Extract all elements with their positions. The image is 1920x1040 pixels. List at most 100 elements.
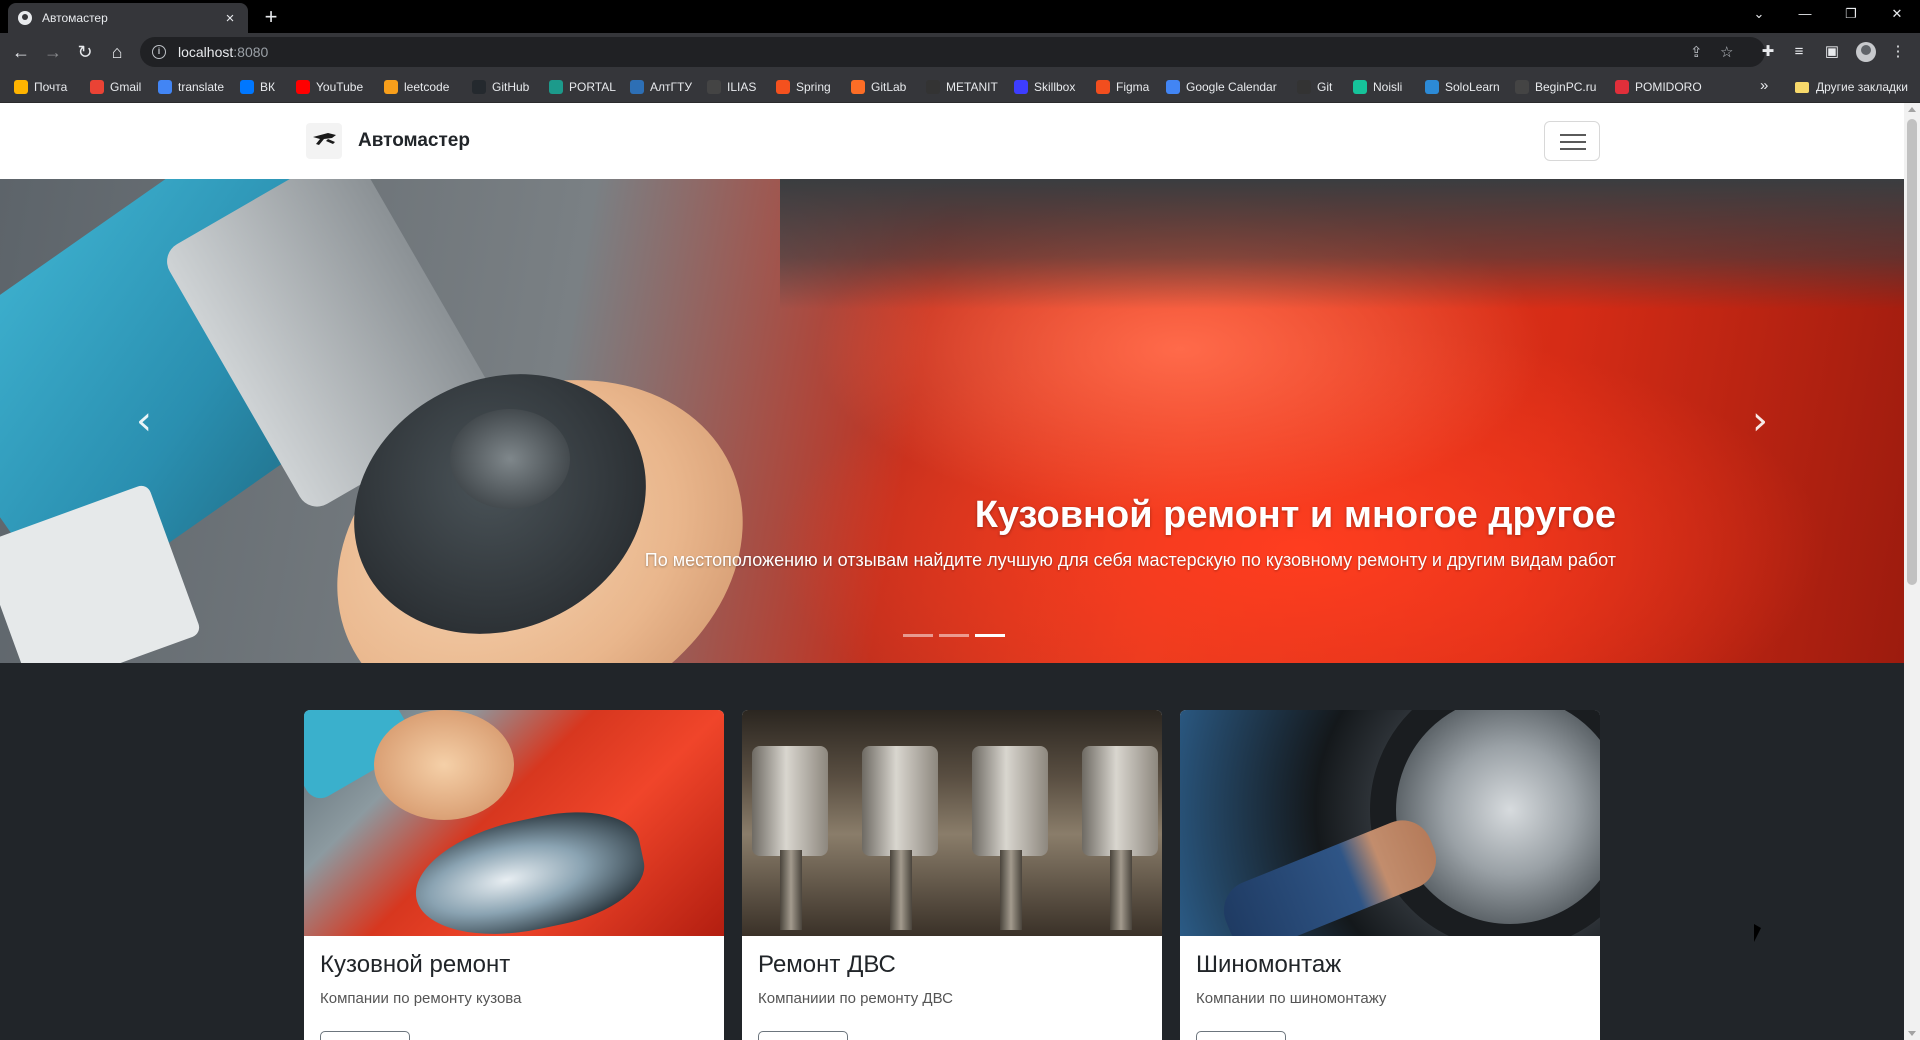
address-bar[interactable]: i localhost :8080 (140, 37, 1765, 67)
tab-search-button[interactable]: ⌄ (1736, 0, 1782, 30)
bookmark-gitlab[interactable]: GitLab (851, 79, 906, 95)
new-tab-button[interactable]: + (258, 4, 284, 30)
bookmark-sololearn[interactable]: SoloLearn (1425, 79, 1500, 95)
bookmark-label: POMIDORO (1635, 80, 1702, 94)
other-bookmarks-label: Другие закладки (1816, 80, 1908, 94)
hamburger-icon (1560, 134, 1586, 136)
bookmark-gmail[interactable]: Gmail (90, 79, 141, 95)
brand-link[interactable]: Автомастер (306, 123, 470, 159)
bookmark-leetcode[interactable]: leetcode (384, 79, 449, 95)
bookmark-translate[interactable]: translate (158, 79, 224, 95)
bookmark-label: ILIAS (727, 80, 757, 94)
bookmark-label: PORTAL (569, 80, 616, 94)
mouse-cursor-icon (1754, 924, 1761, 942)
bookmark-skillbox[interactable]: Skillbox (1014, 79, 1075, 95)
hero-carousel: ‹ › Кузовной ремонт и многое другое По м… (0, 179, 1904, 663)
carousel-image (780, 179, 1904, 309)
scroll-down-icon[interactable] (1908, 1031, 1916, 1036)
tab-automaster[interactable]: Автомастер × (8, 3, 248, 33)
carousel-next-button[interactable]: › (1740, 397, 1780, 445)
beginpc-icon (1515, 80, 1529, 94)
services-cards: Кузовной ремонт Компании по ремонту кузо… (304, 710, 1600, 1040)
tab-close-icon[interactable]: × (222, 10, 238, 27)
card-button[interactable] (758, 1031, 848, 1040)
service-card-body-repair: Кузовной ремонт Компании по ремонту кузо… (304, 710, 724, 1040)
carousel-indicator-2[interactable] (939, 634, 969, 637)
navbar-toggler-button[interactable] (1544, 121, 1600, 161)
card-image-body-repair (304, 710, 724, 936)
bookmark-pomidoro[interactable]: POMIDORO (1615, 79, 1702, 95)
home-button[interactable]: ⌂ (104, 39, 130, 65)
browser-toolbar: ← → ↻ ⌂ i localhost :8080 ⇪ ☆ ✚ ≡ ▣ ⋮ (0, 33, 1920, 71)
bookmark-google[interactable]: Google Calendar (1166, 79, 1277, 95)
share-icon[interactable]: ⇪ (1690, 43, 1703, 61)
git-icon (1297, 80, 1311, 94)
bookmark-label: Noisli (1373, 80, 1403, 94)
gitlab-icon (851, 80, 865, 94)
youtube-icon (296, 80, 310, 94)
bookmark-beginpc[interactable]: BeginPC.ru (1515, 79, 1596, 95)
carousel-heading: Кузовной ремонт и многое другое (974, 494, 1616, 536)
card-button[interactable] (1196, 1031, 1286, 1040)
card-title: Шиномонтаж (1196, 951, 1342, 978)
bookmark-ilias[interactable]: ILIAS (707, 79, 756, 95)
bookmark-github[interactable]: GitHub (472, 79, 529, 95)
bookmark-figma[interactable]: Figma (1096, 79, 1149, 95)
bookmark-vk[interactable]: ВК (240, 79, 275, 95)
bookmark-youtube[interactable]: YouTube (296, 79, 363, 95)
minimize-button[interactable]: — (1782, 0, 1828, 30)
altgtu-icon (630, 80, 644, 94)
site-navbar: Автомастер (0, 103, 1904, 179)
url-host: localhost (178, 44, 234, 60)
carousel-indicator-1[interactable] (903, 634, 933, 637)
site-info-icon[interactable]: i (152, 45, 166, 59)
restore-button[interactable]: ❐ (1828, 0, 1874, 30)
metanit-icon (926, 80, 940, 94)
bookmark-git[interactable]: Git (1297, 79, 1332, 95)
extensions-icon[interactable]: ✚ (1758, 42, 1778, 62)
side-panel-icon[interactable]: ▣ (1822, 42, 1842, 62)
bookmark-metanit[interactable]: METANIT (926, 79, 998, 95)
other-bookmarks-folder[interactable]: Другие закладки (1795, 79, 1908, 95)
bookmark-star-icon[interactable]: ☆ (1720, 43, 1733, 61)
bookmark-altgtu[interactable]: АлтГТУ (630, 79, 692, 95)
folder-icon (1795, 81, 1809, 93)
scroll-up-icon[interactable] (1908, 107, 1916, 112)
page-viewport: Автомастер ‹ › Кузовной ремонт и многое … (0, 103, 1904, 1040)
bookmark-label: GitLab (871, 80, 907, 94)
sololearn-icon (1425, 80, 1439, 94)
scrollbar-thumb[interactable] (1907, 119, 1917, 585)
browser-menu-icon[interactable]: ⋮ (1888, 42, 1908, 62)
carousel-indicators (900, 634, 1008, 637)
github-icon (472, 80, 486, 94)
logo-icon (306, 123, 342, 159)
card-image-tire (1180, 710, 1600, 936)
ilias-icon (707, 80, 721, 94)
bookmark-label: Почта (34, 80, 68, 94)
carousel-indicator-3[interactable] (975, 634, 1005, 637)
bookmark-label: SoloLearn (1445, 80, 1500, 94)
bookmarks-overflow-button[interactable]: » (1760, 77, 1768, 94)
page-scrollbar[interactable] (1904, 103, 1920, 1040)
profile-avatar[interactable] (1856, 42, 1876, 62)
reload-button[interactable]: ↻ (72, 39, 98, 65)
carousel-caption: Кузовной ремонт и многое другое По место… (645, 491, 1616, 573)
carousel-prev-button[interactable]: ‹ (124, 397, 164, 445)
forward-button[interactable]: → (40, 39, 66, 65)
browser-window: Автомастер × + ⌄ — ❐ ✕ ← → ↻ ⌂ i localho… (0, 0, 1920, 1040)
tab-title: Автомастер (42, 11, 108, 25)
bookmark-mail[interactable]: Почта (14, 79, 67, 95)
media-control-icon[interactable]: ≡ (1789, 42, 1809, 62)
bookmark-label: Figma (1116, 80, 1150, 94)
bookmark-noisli[interactable]: Noisli (1353, 79, 1402, 95)
back-button[interactable]: ← (8, 39, 34, 65)
bookmark-portal[interactable]: PORTAL (549, 79, 616, 95)
card-text: Компании по шиномонтажу (1196, 990, 1387, 1007)
bookmark-label: translate (178, 80, 225, 94)
bookmark-spring[interactable]: Spring (776, 79, 831, 95)
bookmark-label: Gmail (110, 80, 142, 94)
service-card-engine-repair: Ремонт ДВС Компаниии по ремонту ДВС (742, 710, 1162, 1040)
close-window-button[interactable]: ✕ (1874, 0, 1920, 30)
card-title: Кузовной ремонт (320, 951, 511, 978)
card-button[interactable] (320, 1031, 410, 1040)
